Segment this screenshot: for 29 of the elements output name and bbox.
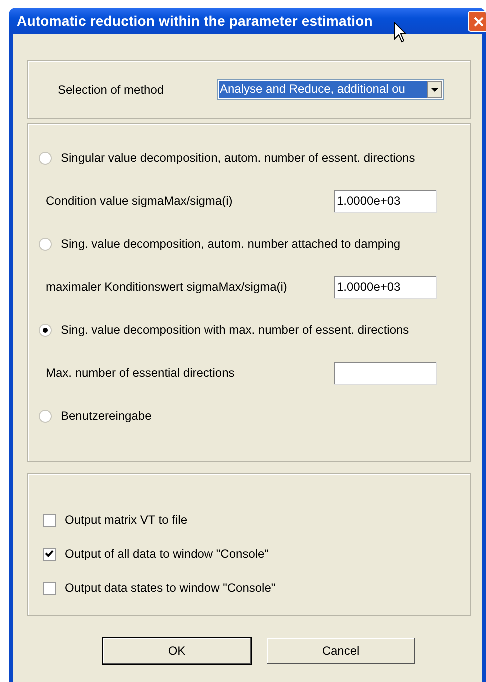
radio-button[interactable] — [39, 152, 52, 164]
field-label: Condition value sigmaMax/sigma(i) — [46, 194, 234, 208]
dialog-button[interactable]: Cancel — [267, 638, 415, 664]
field-label: Max. number of essential directions — [46, 366, 236, 380]
checkbox-label[interactable]: Output of all data to window "Console" — [65, 547, 269, 561]
radio-label[interactable]: Singular value decomposition, autom. number of essent. directions — [61, 151, 416, 165]
caret-icon — [430, 88, 438, 92]
checkbox[interactable] — [43, 514, 56, 526]
close-icon — [474, 16, 484, 26]
method-label: Selection of method — [58, 82, 166, 96]
input-field[interactable]: 1.0000e+03 — [334, 190, 437, 212]
radio-label[interactable]: Sing. value decomposition with max. number of essent. directions — [61, 323, 410, 337]
dialog-button[interactable]: OK — [103, 638, 251, 664]
checkbox-label[interactable]: Output data states to window "Console" — [65, 581, 276, 595]
radio-button[interactable] — [39, 324, 52, 336]
checkbox[interactable] — [43, 548, 56, 560]
close-button[interactable] — [468, 11, 486, 32]
field-label: maximaler Konditionswert sigmaMax/sigma(i) — [46, 280, 288, 294]
radio-label[interactable]: Benutzereingabe — [61, 409, 152, 423]
radio-label[interactable]: Sing. value decomposition, autom. number attached to damping — [61, 237, 401, 251]
method-dropdown[interactable]: Analyse and Reduce, additional ou — [217, 79, 444, 100]
radio-button[interactable] — [39, 238, 52, 250]
input-field[interactable] — [334, 362, 437, 384]
mouse-cursor-icon — [394, 22, 408, 44]
window-title: Automatic reduction within the parameter estimation — [17, 13, 373, 29]
input-field[interactable]: 1.0000e+03 — [334, 276, 437, 298]
radio-button[interactable] — [39, 410, 52, 422]
checkbox[interactable] — [43, 582, 56, 594]
checkbox-label[interactable]: Output matrix VT to file — [65, 513, 188, 527]
